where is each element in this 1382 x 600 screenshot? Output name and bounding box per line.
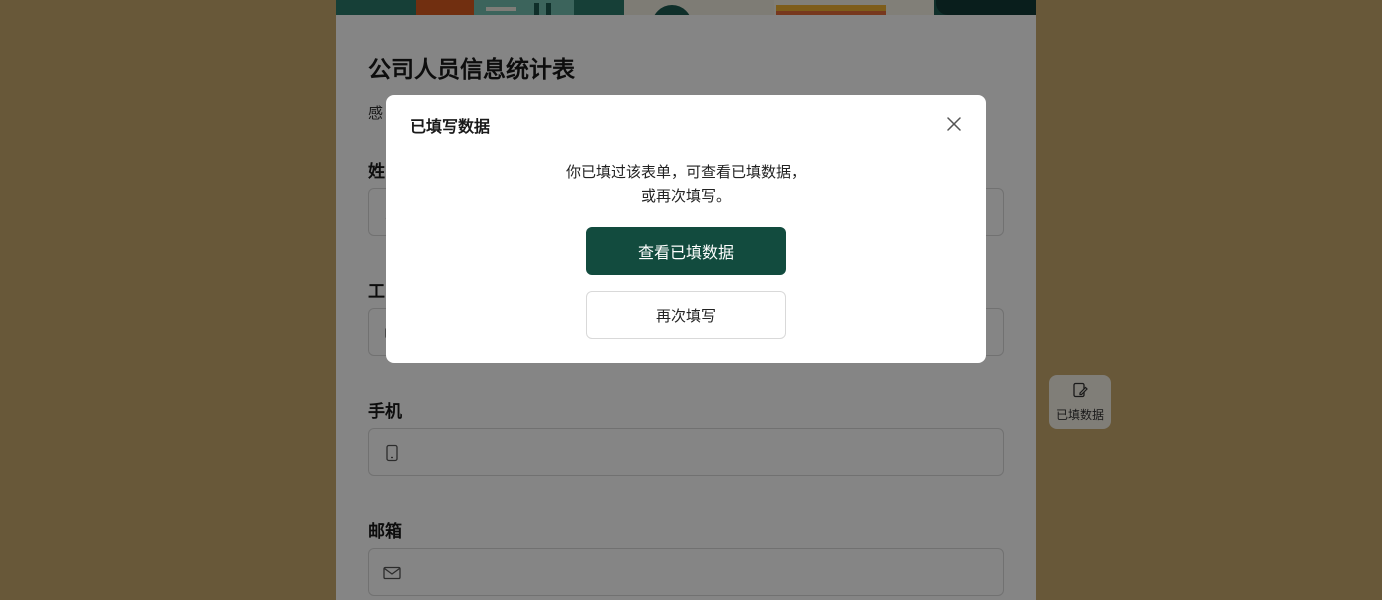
modal-title: 已填写数据 [410,117,491,136]
modal-message: 你已填过该表单，可查看已填数据， 或再次填写。 [386,160,986,208]
modal-message-line-2: 或再次填写。 [640,187,731,205]
close-button[interactable] [942,113,966,137]
refill-button[interactable]: 再次填写 [586,291,786,339]
close-icon [947,116,961,135]
view-filled-data-button[interactable]: 查看已填数据 [586,227,786,275]
filled-data-modal: 已填写数据 你已填过该表单，可查看已填数据， 或再次填写。 查看已填数据 再次填… [386,95,986,363]
modal-message-line-1: 你已填过该表单，可查看已填数据， [565,163,806,181]
